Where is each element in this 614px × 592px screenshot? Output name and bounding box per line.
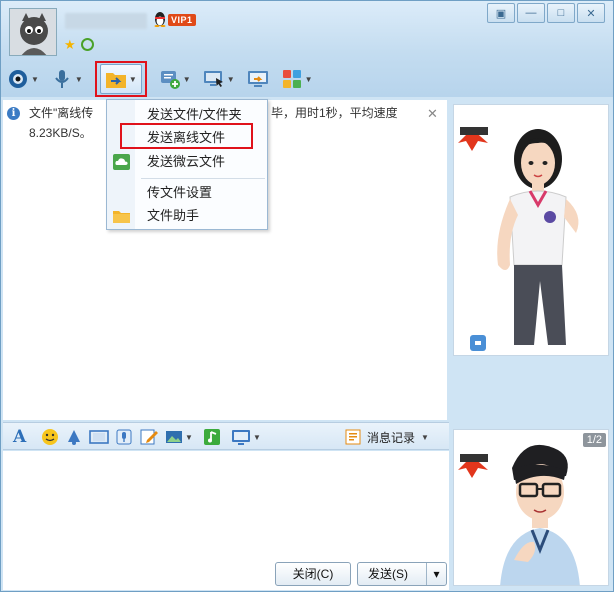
message-plus-icon [159,68,181,90]
pencil-note-icon [140,429,158,445]
nudge-button[interactable] [65,428,83,446]
message-input[interactable] [3,451,449,558]
share-screen-button[interactable] [247,65,269,93]
notice-speed: 8.23KB/S。 [29,126,92,140]
chat-header: VIP1 ★ ▣ — □ ✕ ▼ ▼ ▼ ▼ ▼ ▼ [1,1,613,97]
monitor-cursor-icon [203,68,225,90]
info-icon: i [7,107,20,120]
contact-show-image [453,104,609,356]
page-indicator[interactable]: 1/2 [582,433,606,447]
music-note-icon [204,429,220,445]
microphone-icon [51,68,73,90]
send-label: 发送(S) [368,567,408,581]
menu-item-label: 发送微云文件 [147,154,226,169]
music-button[interactable] [203,428,221,446]
highlight-box [120,123,253,149]
screenshot-message-button[interactable]: ▼ [159,65,191,93]
video-camera-icon [7,68,29,90]
nickname-redacted [65,13,147,29]
menu-item-transfer-settings[interactable]: 传文件设置 [107,182,267,204]
video-clip-button[interactable] [89,428,109,446]
folder-icon [113,208,130,224]
film-icon [89,430,109,444]
smiley-icon [42,429,58,445]
bottom-bar: 关闭(C) 发送(S) ▾ [3,558,449,590]
signature-status-icon[interactable] [81,38,94,51]
send-button[interactable]: 发送(S) ▾ [357,562,447,586]
minimize-button[interactable]: — [517,3,545,23]
my-show-image: 1/2 [453,429,609,586]
chat-toolbar: ▼ ▼ ▼ ▼ ▼ ▼ [7,61,325,97]
chevron-down-icon[interactable]: ▼ [129,75,137,84]
screenshot-button[interactable]: ▼ [165,428,193,446]
folder-arrow-icon [105,68,127,90]
cloud-icon [113,154,130,170]
monitor-icon [232,430,250,445]
menu-item-label: 发送文件/文件夹 [147,107,242,122]
font-button[interactable]: A [13,427,27,447]
skin-button[interactable]: ▣ [487,3,515,23]
voice-message-button[interactable] [115,428,133,446]
star-icon[interactable]: ★ [64,38,76,51]
qq-penguin-icon [153,11,167,27]
menu-item-file-assistant[interactable]: 文件助手 [107,205,267,227]
maximize-button[interactable]: □ [547,3,575,23]
image-icon [166,431,182,443]
close-button[interactable]: 关闭(C) [275,562,351,586]
menu-divider [141,178,265,179]
screen-share-icon [247,68,269,90]
voice-call-button[interactable]: ▼ [51,65,83,93]
doodle-button[interactable] [139,428,159,446]
chevron-down-icon[interactable]: ▼ [75,75,83,84]
video-call-button[interactable]: ▼ [7,65,39,93]
chevron-down-icon[interactable]: ▼ [185,433,193,442]
chevron-down-icon[interactable]: ▼ [227,75,235,84]
input-toolbar: A ▼ ▼ 消息记录 ▼ [3,422,449,450]
send-file-button[interactable]: ▼ [94,61,147,97]
history-button[interactable]: 消息记录 ▼ [345,428,429,446]
chevron-down-icon[interactable]: ▼ [183,75,191,84]
chat-window: VIP1 ★ ▣ — □ ✕ ▼ ▼ ▼ ▼ ▼ ▼ i 文件"离线传 毕，用时… [0,0,614,592]
close-window-button[interactable]: ✕ [577,3,605,23]
apps-button[interactable]: ▼ [281,65,313,93]
avatar[interactable] [9,8,57,56]
send-options-arrow[interactable]: ▾ [426,563,446,585]
send-file-menu: 发送文件/文件夹 发送离线文件 发送微云文件 传文件设置 文件助手 [106,99,268,230]
history-icon [345,429,361,445]
vip-badge: VIP1 [168,14,196,26]
notice-text-end: 毕，用时1秒，平均速度 [271,106,398,120]
menu-item-label: 文件助手 [147,208,200,223]
close-icon[interactable]: ✕ [427,104,438,123]
chevron-down-icon[interactable]: ▼ [31,75,39,84]
emoji-button[interactable] [41,428,59,446]
notice-text-start: 文件"离线传 [29,106,94,120]
app-grid-icon [281,68,303,90]
chevron-down-icon[interactable]: ▼ [421,433,429,442]
chevron-down-icon[interactable]: ▼ [253,433,261,442]
chevron-down-icon[interactable]: ▼ [305,75,313,84]
font-a-icon: A [13,427,27,447]
more-tools-button[interactable]: ▼ [231,428,261,446]
history-label: 消息记录 [367,430,416,445]
window-controls: ▣ — □ ✕ [487,3,605,23]
remote-desktop-button[interactable]: ▼ [203,65,235,93]
bell-icon [68,430,80,445]
menu-item-label: 传文件设置 [147,185,213,200]
mic-icon [116,429,132,445]
menu-item-send-weiyun-file[interactable]: 发送微云文件 [107,151,267,173]
